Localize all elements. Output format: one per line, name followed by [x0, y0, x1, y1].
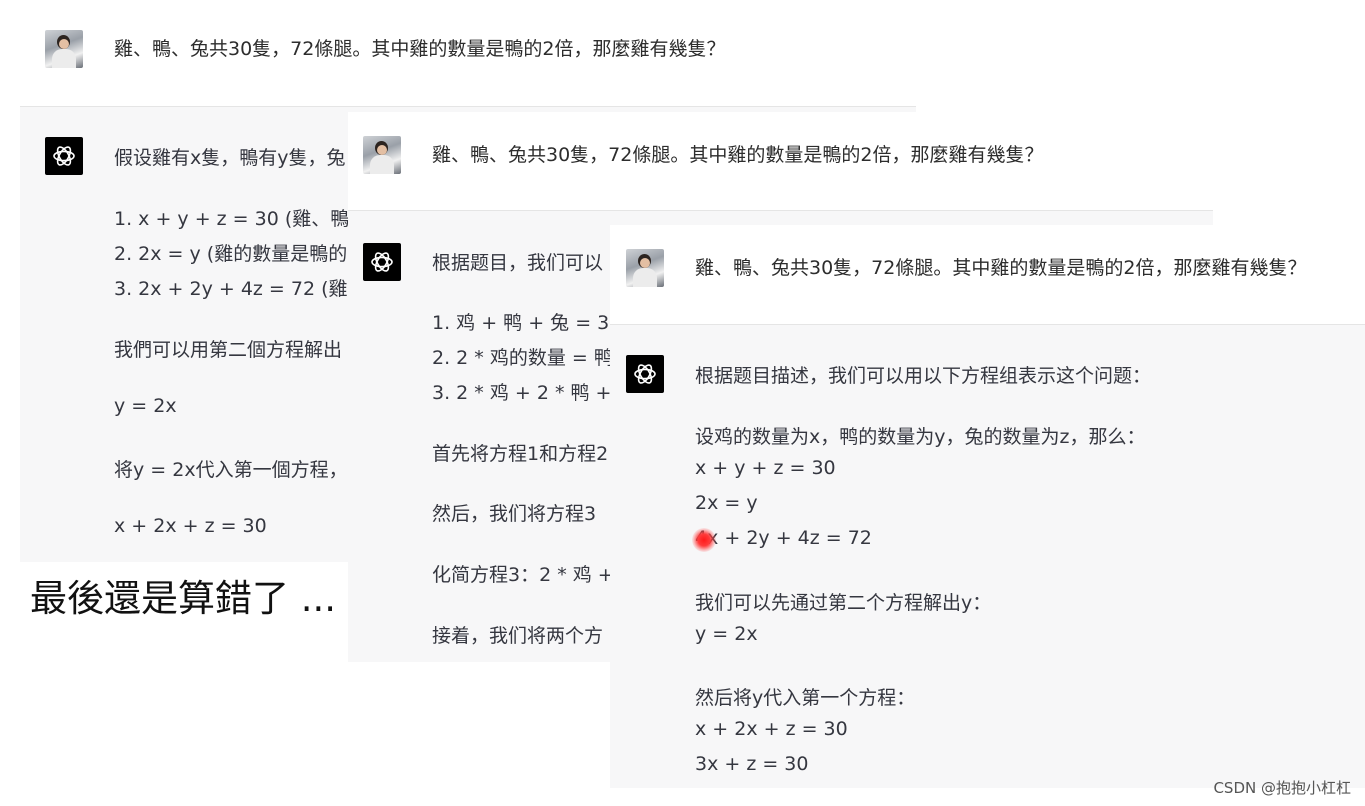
answer-line: 3x + z = 30 — [695, 753, 809, 775]
user-avatar — [363, 136, 401, 174]
user-avatar — [45, 30, 83, 68]
answer-line: x + 2x + z = 30 — [695, 718, 848, 740]
answer-line: 2. 2x = y (雞的數量是鴨的 — [114, 243, 348, 265]
chat-panel-3: 雞、鴨、兔共30隻，72條腿。其中雞的數量是鴨的2倍，那麼雞有幾隻？ 根据题目描… — [610, 225, 1365, 788]
answer-line: 我们可以先通过第二个方程解出y： — [695, 592, 992, 614]
user-avatar — [626, 249, 664, 287]
chatgpt-logo-icon — [363, 243, 401, 281]
user-message-row: 雞、鴨、兔共30隻，72條腿。其中雞的數量是鴨的2倍，那麼雞有幾隻？ — [610, 225, 1365, 325]
answer-line: 然后将y代入第一个方程： — [695, 687, 916, 709]
answer-line: 化简方程3：2 * 鸡 + — [432, 564, 614, 586]
question-text: 雞、鴨、兔共30隻，72條腿。其中雞的數量是鴨的2倍，那麼雞有幾隻？ — [695, 257, 1307, 279]
answer-line: 3. 2x + 2y + 4z = 72 (雞和 — [114, 278, 367, 300]
answer-line: x + 2x + z = 30 — [114, 515, 267, 537]
answer-line: 4x + 2y + 4z = 72 — [695, 527, 872, 549]
watermark-text: CSDN @抱抱小杠杠 — [1213, 779, 1351, 797]
answer-line: 接着，我们将两个方 — [432, 625, 604, 647]
user-message-row: 雞、鴨、兔共30隻，72條腿。其中雞的數量是鴨的2倍，那麼雞有幾隻？ — [20, 0, 916, 107]
caption-text: 最後還是算錯了 ... — [30, 577, 337, 620]
answer-line: 将y = 2x代入第一個方程， — [114, 459, 348, 481]
answer-line: 1. x + y + z = 30 (雞、鴨 — [114, 208, 350, 230]
answer-line: 根据题目描述，我们可以用以下方程组表示这个问题： — [695, 365, 1152, 387]
answer-line: 1. 鸡 + 鸭 + 兔 = 30 — [432, 312, 622, 334]
answer-line: 假设雞有x隻，鴨有y隻，兔 — [114, 147, 346, 169]
chatgpt-logo-icon — [626, 355, 664, 393]
answer-line: 我們可以用第二個方程解出 — [114, 339, 343, 361]
answer-line: 然后，我们将方程3 — [432, 503, 597, 525]
answer-line: y = 2x — [695, 623, 758, 645]
question-text: 雞、鴨、兔共30隻，72條腿。其中雞的數量是鴨的2倍，那麼雞有幾隻？ — [114, 38, 726, 60]
chatgpt-logo-icon — [45, 137, 83, 175]
answer-line: y = 2x — [114, 395, 177, 417]
answer-line: 首先将方程1和方程2 — [432, 443, 609, 465]
answer-line: 3. 2 * 鸡 + 2 * 鸭 + — [432, 382, 612, 404]
question-text: 雞、鴨、兔共30隻，72條腿。其中雞的數量是鴨的2倍，那麼雞有幾隻？ — [432, 144, 1044, 166]
answer-line: x + y + z = 30 — [695, 457, 836, 479]
answer-line: 2x = y — [695, 492, 758, 514]
answer-line: 2. 2 * 鸡的数量 = 鸭 — [432, 347, 613, 369]
assistant-message-row: 根据题目描述，我们可以用以下方程组表示这个问题： 设鸡的数量为x，鸭的数量为y，… — [610, 325, 1365, 788]
answer-line: 根据题目，我们可以 — [432, 252, 604, 274]
user-message-row: 雞、鴨、兔共30隻，72條腿。其中雞的數量是鴨的2倍，那麼雞有幾隻？ — [348, 112, 1213, 211]
cursor-highlight — [692, 528, 716, 552]
answer-line: 设鸡的数量为x，鸭的数量为y，兔的数量为z，那么： — [695, 426, 1146, 448]
